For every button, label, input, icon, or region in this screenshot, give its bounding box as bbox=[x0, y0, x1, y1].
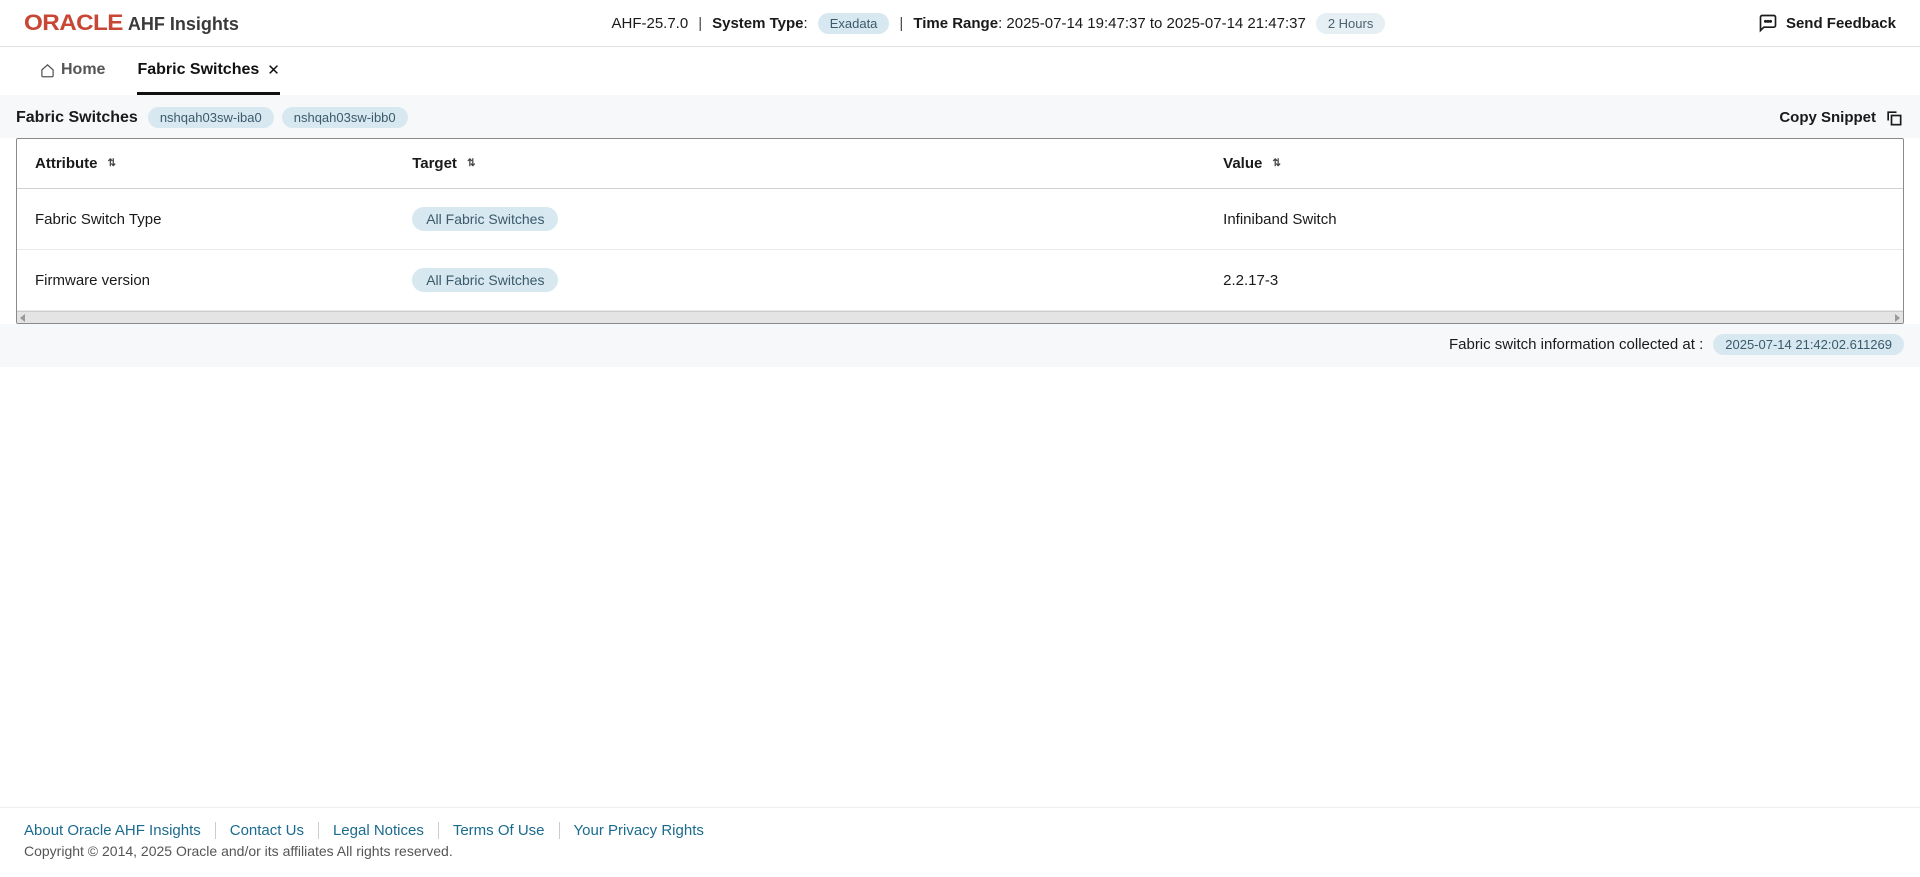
separator: | bbox=[899, 15, 903, 32]
cell-attribute: Fabric Switch Type bbox=[17, 189, 394, 250]
tab-fabric-switches[interactable]: Fabric Switches ✕ bbox=[137, 48, 279, 95]
product-name: AHF Insights bbox=[128, 14, 239, 35]
copy-snippet-label: Copy Snippet bbox=[1779, 109, 1876, 126]
tab-bar: Home Fabric Switches ✕ bbox=[0, 47, 1920, 95]
sort-icon: ⇅ bbox=[1273, 159, 1281, 169]
tab-fabric-label: Fabric Switches bbox=[137, 61, 259, 79]
target-chip: All Fabric Switches bbox=[412, 268, 558, 292]
column-target-label: Target bbox=[412, 155, 457, 172]
info-bar: Fabric switch information collected at :… bbox=[0, 324, 1920, 367]
column-attribute[interactable]: Attribute ⇅ bbox=[17, 139, 394, 189]
duration-badge: 2 Hours bbox=[1316, 13, 1386, 34]
time-range-label: Time Range bbox=[913, 15, 998, 32]
switch-chips: nshqah03sw-iba0 nshqah03sw-ibb0 bbox=[148, 107, 408, 128]
target-chip: All Fabric Switches bbox=[412, 207, 558, 231]
brand-word: ORACLE bbox=[24, 10, 123, 36]
sort-icon: ⇅ bbox=[108, 159, 116, 169]
footer: About Oracle AHF Insights Contact Us Leg… bbox=[0, 807, 1920, 877]
feedback-label: Send Feedback bbox=[1786, 15, 1896, 32]
cell-value: Infiniband Switch bbox=[1205, 189, 1903, 250]
footer-link-privacy[interactable]: Your Privacy Rights bbox=[560, 822, 718, 839]
send-feedback-button[interactable]: Send Feedback bbox=[1758, 13, 1896, 33]
table-container: Attribute ⇅ Target ⇅ Value ⇅ Fabric Swit… bbox=[16, 138, 1904, 324]
footer-link-legal[interactable]: Legal Notices bbox=[319, 822, 439, 839]
cell-target: All Fabric Switches bbox=[394, 189, 1205, 250]
footer-link-terms[interactable]: Terms Of Use bbox=[439, 822, 560, 839]
switch-chip[interactable]: nshqah03sw-iba0 bbox=[148, 107, 274, 128]
home-icon bbox=[40, 63, 55, 78]
header-center: AHF-25.7.0 | System Type: Exadata | Time… bbox=[249, 13, 1748, 34]
column-target[interactable]: Target ⇅ bbox=[394, 139, 1205, 189]
time-range-value: 2025-07-14 19:47:37 to 2025-07-14 21:47:… bbox=[1006, 15, 1305, 32]
cell-value: 2.2.17-3 bbox=[1205, 250, 1903, 311]
close-icon[interactable]: ✕ bbox=[267, 61, 280, 79]
system-type-label: System Type bbox=[712, 15, 803, 32]
horizontal-scrollbar[interactable] bbox=[17, 311, 1903, 323]
section-title: Fabric Switches bbox=[16, 109, 138, 127]
copyright-text: Copyright © 2014, 2025 Oracle and/or its… bbox=[24, 843, 1896, 859]
copy-snippet-button[interactable]: Copy Snippet bbox=[1779, 108, 1904, 128]
version-text: AHF-25.7.0 bbox=[611, 15, 688, 32]
system-type: System Type: bbox=[712, 15, 808, 32]
feedback-icon bbox=[1758, 13, 1778, 33]
top-bar: ORACLE AHF Insights AHF-25.7.0 | System … bbox=[0, 0, 1920, 47]
tab-home[interactable]: Home bbox=[40, 48, 105, 95]
separator: | bbox=[698, 15, 702, 32]
footer-link-contact[interactable]: Contact Us bbox=[216, 822, 319, 839]
switch-chip[interactable]: nshqah03sw-ibb0 bbox=[282, 107, 408, 128]
column-value[interactable]: Value ⇅ bbox=[1205, 139, 1903, 189]
collected-at-label: Fabric switch information collected at : bbox=[1449, 336, 1703, 353]
footer-links: About Oracle AHF Insights Contact Us Leg… bbox=[24, 822, 1896, 839]
column-attribute-label: Attribute bbox=[35, 155, 98, 172]
tab-home-label: Home bbox=[61, 61, 105, 79]
collected-at-badge: 2025-07-14 21:42:02.611269 bbox=[1713, 334, 1904, 355]
table-row: Firmware version All Fabric Switches 2.2… bbox=[17, 250, 1903, 311]
fabric-switches-table: Attribute ⇅ Target ⇅ Value ⇅ Fabric Swit… bbox=[17, 139, 1903, 311]
section-header: Fabric Switches nshqah03sw-iba0 nshqah03… bbox=[0, 95, 1920, 138]
time-range: Time Range: 2025-07-14 19:47:37 to 2025-… bbox=[913, 15, 1306, 32]
table-header-row: Attribute ⇅ Target ⇅ Value ⇅ bbox=[17, 139, 1903, 189]
cell-target: All Fabric Switches bbox=[394, 250, 1205, 311]
column-value-label: Value bbox=[1223, 155, 1262, 172]
sort-icon: ⇅ bbox=[467, 159, 475, 169]
copy-icon bbox=[1884, 108, 1904, 128]
system-type-badge: Exadata bbox=[818, 13, 890, 34]
footer-link-about[interactable]: About Oracle AHF Insights bbox=[24, 822, 216, 839]
table-row: Fabric Switch Type All Fabric Switches I… bbox=[17, 189, 1903, 250]
logo: ORACLE AHF Insights bbox=[24, 10, 239, 36]
content-area: Fabric Switches nshqah03sw-iba0 nshqah03… bbox=[0, 95, 1920, 367]
cell-attribute: Firmware version bbox=[17, 250, 394, 311]
